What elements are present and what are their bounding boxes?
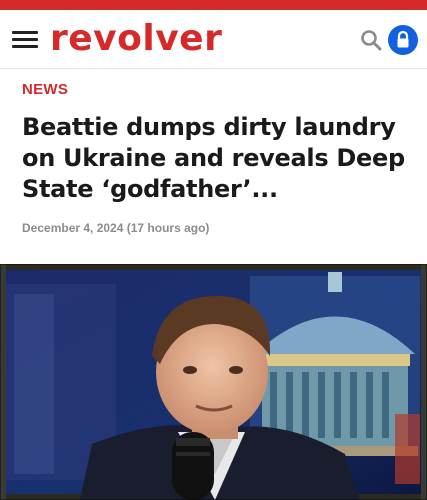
- article-category[interactable]: NEWS: [22, 81, 68, 98]
- lock-button[interactable]: [388, 25, 418, 55]
- site-logo[interactable]: revolver: [50, 14, 222, 64]
- lock-icon: [397, 30, 409, 48]
- article-dateline: December 4, 2024 (17 hours ago): [22, 221, 209, 235]
- microphone: [172, 432, 214, 500]
- article-headline[interactable]: Beattie dumps dirty laundry on Ukraine a…: [22, 112, 414, 205]
- hamburger-menu-icon[interactable]: [12, 29, 40, 51]
- article-hero-image[interactable]: [0, 264, 427, 500]
- site-header: revolver: [0, 10, 427, 69]
- hero-illustration: [0, 264, 427, 500]
- search-icon[interactable]: [359, 28, 383, 52]
- article-relative-time: (17 hours ago): [126, 221, 210, 235]
- article-date: December 4, 2024: [22, 221, 124, 235]
- top-accent-bar: [0, 0, 427, 10]
